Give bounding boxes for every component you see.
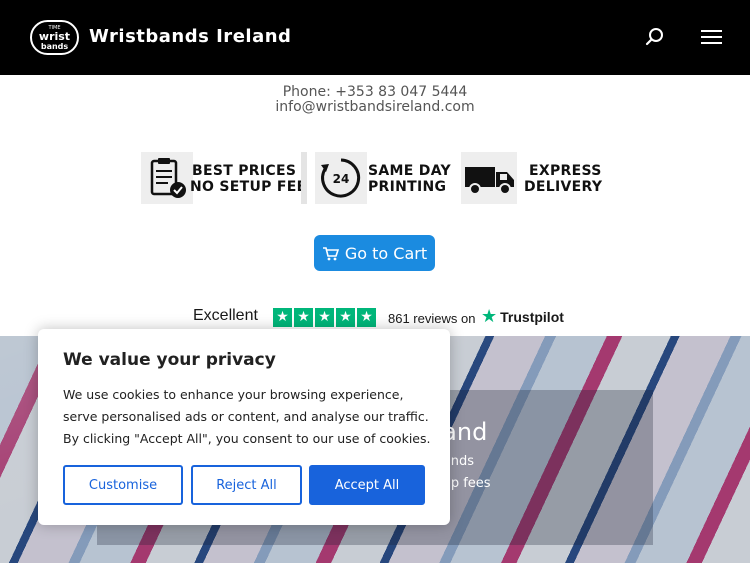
contact-phone[interactable]: Phone: +353 83 047 5444 (0, 84, 750, 100)
feature-divider (301, 152, 307, 204)
trustpilot-logo[interactable]: ★ Trustpilot (481, 308, 564, 326)
feature-line1: BEST PRICES (192, 163, 297, 179)
trustpilot-rating-word[interactable]: Excellent (193, 307, 258, 325)
feature-line2: NO SETUP FEE (190, 179, 307, 195)
svg-text:24: 24 (333, 172, 350, 186)
star-icon: ★ (315, 308, 334, 327)
logo-badge-line2: wrist (38, 30, 71, 43)
contact-email[interactable]: info@wristbandsireland.com (0, 99, 750, 115)
feature-same-day: 24 SAME DAY PRINTING (315, 152, 456, 204)
cookie-consent-banner: We value your privacy We use cookies to … (38, 329, 450, 525)
feature-icon-box (461, 152, 517, 204)
feature-line1: SAME DAY (368, 163, 451, 179)
feature-line2: PRINTING (368, 179, 447, 195)
cookie-title: We value your privacy (63, 350, 276, 370)
delivery-truck-icon (465, 167, 514, 195)
trustpilot-star-icon: ★ (481, 306, 498, 327)
logo-badge[interactable]: TIME wrist bands (30, 20, 79, 55)
24-hour-clock-icon: 24 (321, 158, 361, 198)
logo-text[interactable]: Wristbands Ireland (89, 26, 291, 47)
hamburger-menu-icon[interactable] (701, 29, 722, 45)
search-icon[interactable] (645, 27, 665, 47)
go-to-cart-button[interactable]: Go to Cart (314, 235, 435, 271)
feature-line1: EXPRESS (529, 163, 602, 179)
star-icon: ★ (336, 308, 355, 327)
reject-all-button[interactable]: Reject All (191, 465, 302, 505)
accept-all-button[interactable]: Accept All (309, 465, 425, 505)
trustpilot-reviews[interactable]: 861 reviews on (388, 311, 475, 326)
feature-express-delivery: EXPRESS DELIVERY (461, 152, 605, 204)
logo-badge-line3: bands (40, 42, 69, 51)
trustpilot-brand: Trustpilot (500, 309, 564, 325)
go-to-cart-label: Go to Cart (344, 243, 428, 263)
site-header: TIME wrist bands Wristbands Ireland (0, 0, 750, 75)
clipboard-check-icon (150, 158, 186, 198)
shopping-cart-icon (322, 246, 339, 260)
customise-button[interactable]: Customise (63, 465, 183, 505)
feature-line2: DELIVERY (524, 179, 603, 195)
feature-best-prices: BEST PRICES NO SETUP FEE (141, 152, 307, 204)
star-icon: ★ (273, 308, 292, 327)
feature-icon-box (141, 152, 193, 204)
feature-icon-box: 24 (315, 152, 367, 204)
star-icon: ★ (357, 308, 376, 327)
cookie-description: We use cookies to enhance your browsing … (63, 387, 431, 446)
star-icon: ★ (294, 308, 313, 327)
trustpilot-stars[interactable]: ★ ★ ★ ★ ★ (273, 308, 376, 327)
